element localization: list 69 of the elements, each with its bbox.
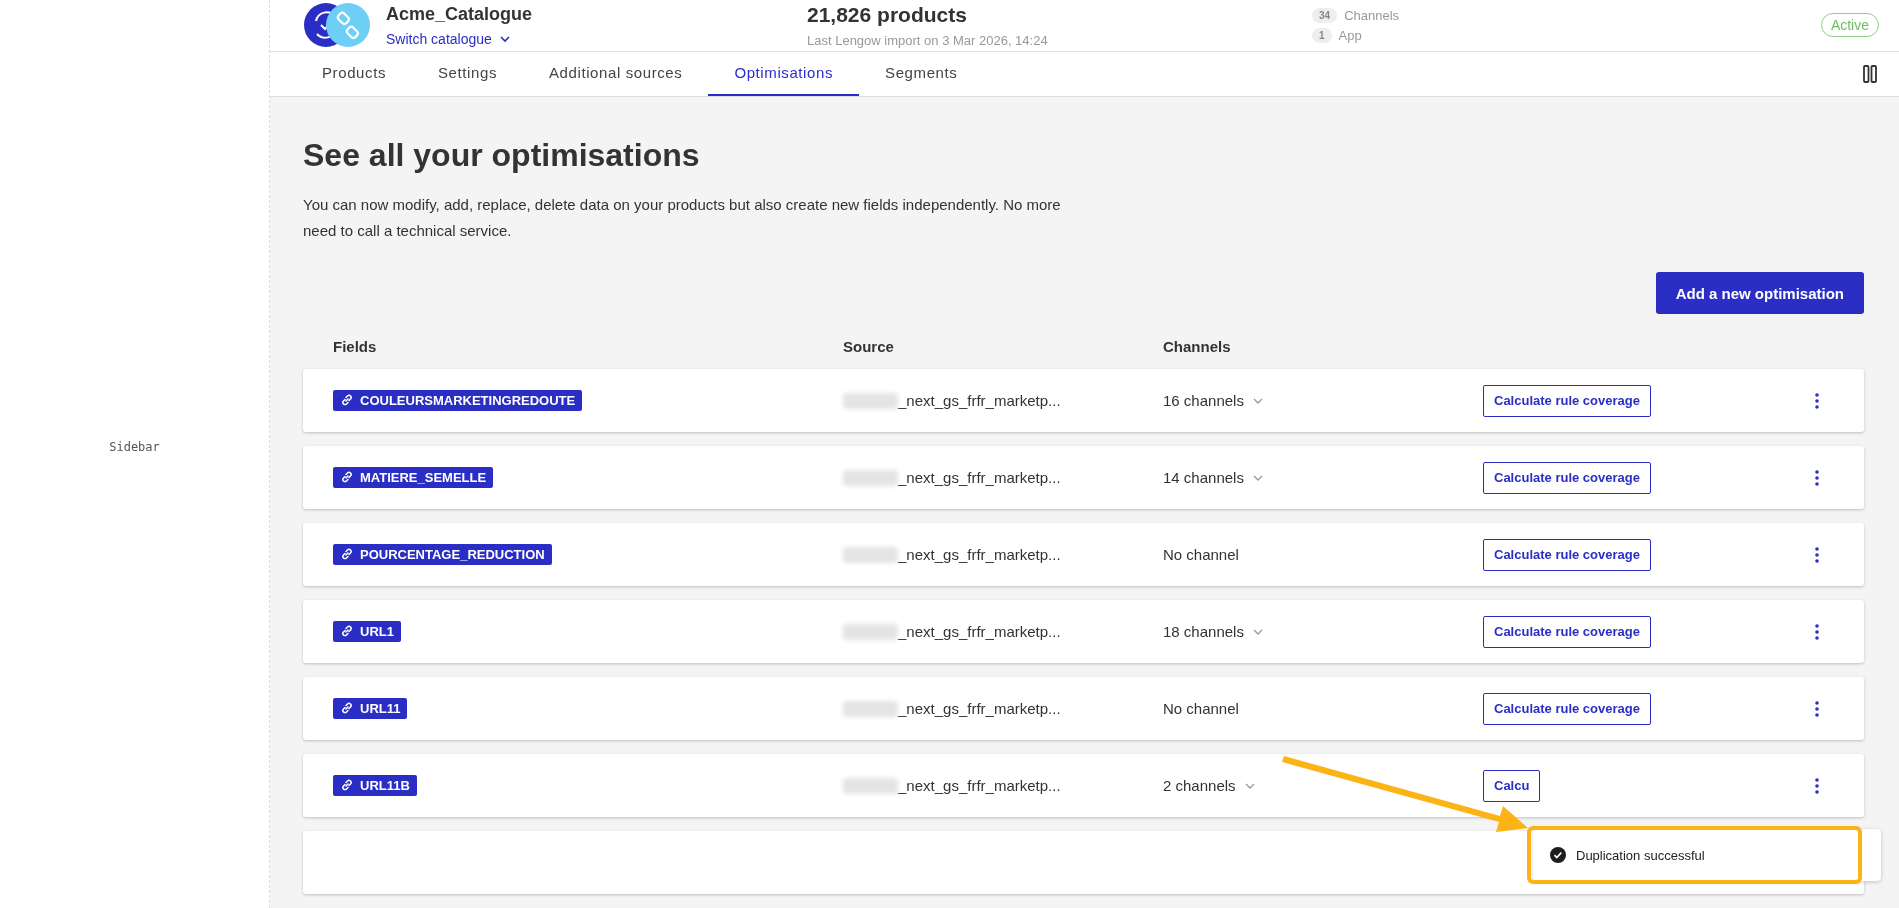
- blurred-text: [843, 546, 898, 563]
- calculate-coverage-button[interactable]: Calculate rule coverage: [1483, 692, 1651, 725]
- blurred-text: [843, 392, 898, 409]
- last-import-text: Last Lengow import on 3 Mar 2026, 14:24: [807, 32, 1049, 48]
- blurred-text: [843, 700, 898, 717]
- catalogue-name: Acme_Catalogue: [386, 3, 533, 25]
- counter-label: App: [1338, 27, 1362, 43]
- sidebar-label: Sidebar: [109, 440, 160, 456]
- tab[interactable]: Settings: [412, 51, 523, 96]
- chevron-down-icon[interactable]: [1243, 781, 1256, 790]
- source-name: _next_gs_frfr_marketp...: [898, 777, 1061, 794]
- chevron-down-icon[interactable]: [1251, 627, 1264, 636]
- tab[interactable]: Products: [296, 51, 412, 96]
- link-icon: [340, 393, 354, 408]
- page-description: You can now modify, add, replace, delete data on your products but also create new fields independently. No more need to call a technical service.: [303, 195, 1062, 241]
- source-name: _next_gs_frfr_marketp...: [898, 392, 1061, 409]
- calculate-coverage-button[interactable]: Calculate rule coverage: [1483, 384, 1651, 417]
- link-icon: [340, 547, 354, 562]
- more-options-icon[interactable]: [1814, 545, 1820, 564]
- columns-icon[interactable]: [1863, 64, 1877, 83]
- product-count: 21,826 products: [807, 2, 968, 27]
- check-circle-icon: [1550, 847, 1566, 863]
- channels-count: 18 channels: [1163, 623, 1244, 640]
- more-options-icon[interactable]: [1814, 776, 1820, 795]
- field-tag[interactable]: URL11: [333, 697, 408, 719]
- blurred-text: [843, 469, 898, 486]
- field-tag[interactable]: URL1: [333, 620, 401, 642]
- more-options-icon[interactable]: [1814, 622, 1820, 641]
- chevron-down-icon: [498, 34, 511, 43]
- column-header: Fields: [333, 338, 378, 355]
- field-tag[interactable]: COULEURSMARKETINGREDOUTE: [333, 389, 583, 411]
- count-badge: 1: [1312, 27, 1332, 43]
- column-header: Source: [843, 338, 895, 355]
- tab[interactable]: Segments: [859, 51, 984, 96]
- page-title: See all your optimisations: [303, 137, 701, 174]
- link-icon: [340, 470, 354, 485]
- calculate-coverage-button[interactable]: Calculate rule coverage: [1483, 615, 1651, 648]
- channels-count: No channel: [1163, 700, 1239, 717]
- link-icon: [340, 624, 354, 639]
- blurred-text: [843, 623, 898, 640]
- channels-count: 14 channels: [1163, 469, 1244, 486]
- source-name: _next_gs_frfr_marketp...: [898, 623, 1061, 640]
- blurred-text: [843, 777, 898, 794]
- source-name: _next_gs_frfr_marketp...: [898, 700, 1061, 717]
- chevron-down-icon[interactable]: [1251, 473, 1264, 482]
- more-options-icon[interactable]: [1814, 468, 1820, 487]
- tab[interactable]: Additional sources: [523, 51, 709, 96]
- count-badge: 34: [1312, 7, 1338, 23]
- add-optimisation-button[interactable]: Add a new optimisation: [1655, 272, 1864, 314]
- field-tag[interactable]: URL11B: [333, 774, 417, 796]
- field-tag[interactable]: MATIERE_SEMELLE: [333, 466, 494, 488]
- calculate-coverage-button[interactable]: Calculate rule coverage: [1483, 461, 1651, 494]
- counter-label: Channels: [1344, 7, 1400, 23]
- field-tag[interactable]: POURCENTAGE_REDUCTION: [333, 543, 552, 565]
- source-name: _next_gs_frfr_marketp...: [898, 546, 1061, 563]
- chevron-down-icon[interactable]: [1251, 396, 1264, 405]
- more-options-icon[interactable]: [1814, 699, 1820, 718]
- source-name: _next_gs_frfr_marketp...: [898, 469, 1061, 486]
- channels-count: 16 channels: [1163, 392, 1244, 409]
- calculate-coverage-button[interactable]: Calcu: [1483, 769, 1541, 802]
- link-icon: [340, 701, 354, 716]
- link-icon: [340, 778, 354, 793]
- column-header: Channels: [1163, 338, 1232, 355]
- channels-count: No channel: [1163, 546, 1239, 563]
- channels-count: 2 channels: [1163, 777, 1236, 794]
- toast-message: Duplication successful: [1576, 847, 1705, 863]
- more-options-icon[interactable]: [1814, 391, 1820, 410]
- calculate-coverage-button[interactable]: Calculate rule coverage: [1483, 538, 1651, 571]
- switch-catalogue-link[interactable]: Switch catalogue: [386, 30, 533, 47]
